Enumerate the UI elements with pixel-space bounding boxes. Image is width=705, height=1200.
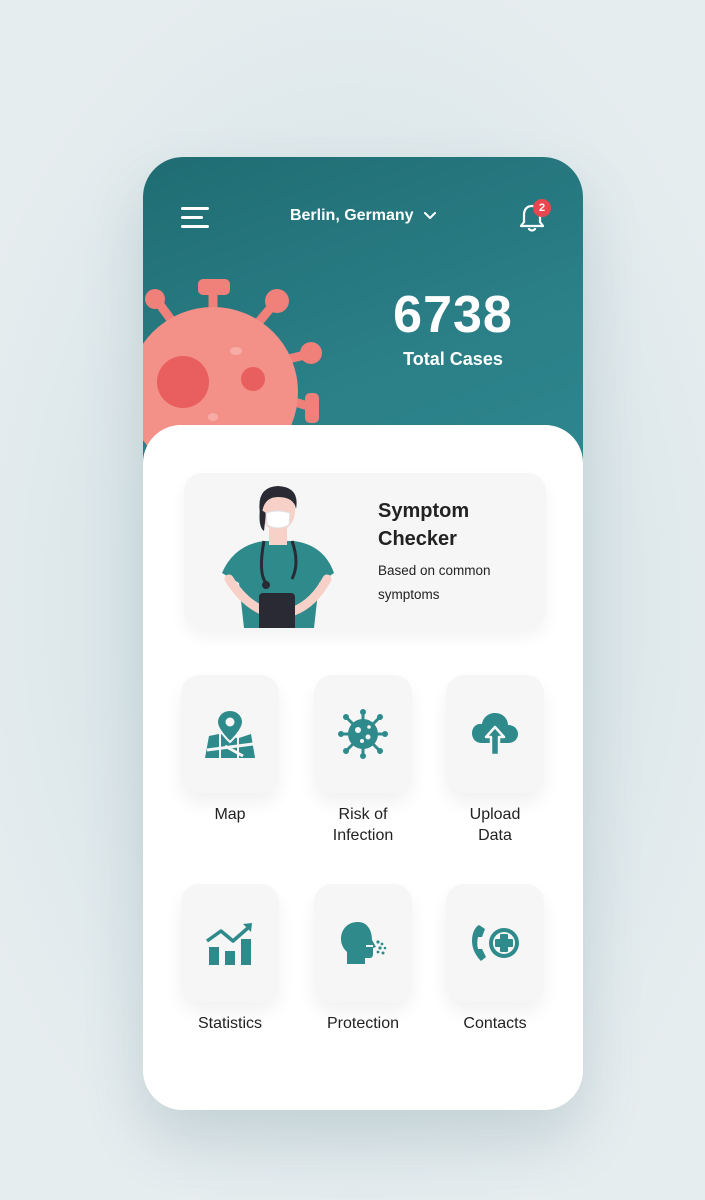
map-tile[interactable]	[181, 675, 279, 793]
map-label: Map	[214, 806, 246, 823]
nurse-illustration	[222, 486, 334, 628]
protection-tile[interactable]	[314, 884, 412, 1002]
risk-of-infection-label: Risk of Infection	[332, 806, 394, 844]
menu-line	[181, 225, 209, 228]
location-label: Berlin, Germany	[289, 207, 414, 224]
total-cases-count: 6738	[393, 286, 513, 344]
risk-of-infection-tile[interactable]	[314, 675, 412, 793]
chevron-down-icon	[424, 211, 437, 219]
total-cases-label: Total Cases	[403, 349, 503, 369]
cloud-upload-icon	[472, 713, 518, 757]
symptom-checker-card[interactable]: Symptom Checker Based on common symptoms	[184, 473, 546, 628]
virus-icon	[338, 709, 388, 759]
location-selector[interactable]: Berlin, Germany	[143, 207, 583, 225]
chart-growth-icon	[205, 923, 252, 965]
notification-badge: 2	[533, 199, 551, 217]
contacts-label: Contacts	[463, 1015, 527, 1032]
symptom-checker-subtitle: Based on common symptoms	[378, 563, 491, 602]
statistics-tile[interactable]	[181, 884, 279, 1002]
phone-medical-icon	[472, 925, 519, 961]
statistics-label: Statistics	[197, 1015, 262, 1032]
protection-label: Protection	[326, 1015, 400, 1032]
upload-data-label: Upload Data	[469, 806, 521, 844]
map-pin-icon	[205, 708, 255, 758]
sneeze-head-icon	[341, 922, 387, 964]
symptom-checker-title: Symptom Checker	[378, 500, 470, 550]
phone-screen: Berlin, Germany 2 6738 Total Cases Sympt…	[143, 157, 583, 1110]
contacts-tile[interactable]	[446, 884, 544, 1002]
upload-data-tile[interactable]	[446, 675, 544, 793]
